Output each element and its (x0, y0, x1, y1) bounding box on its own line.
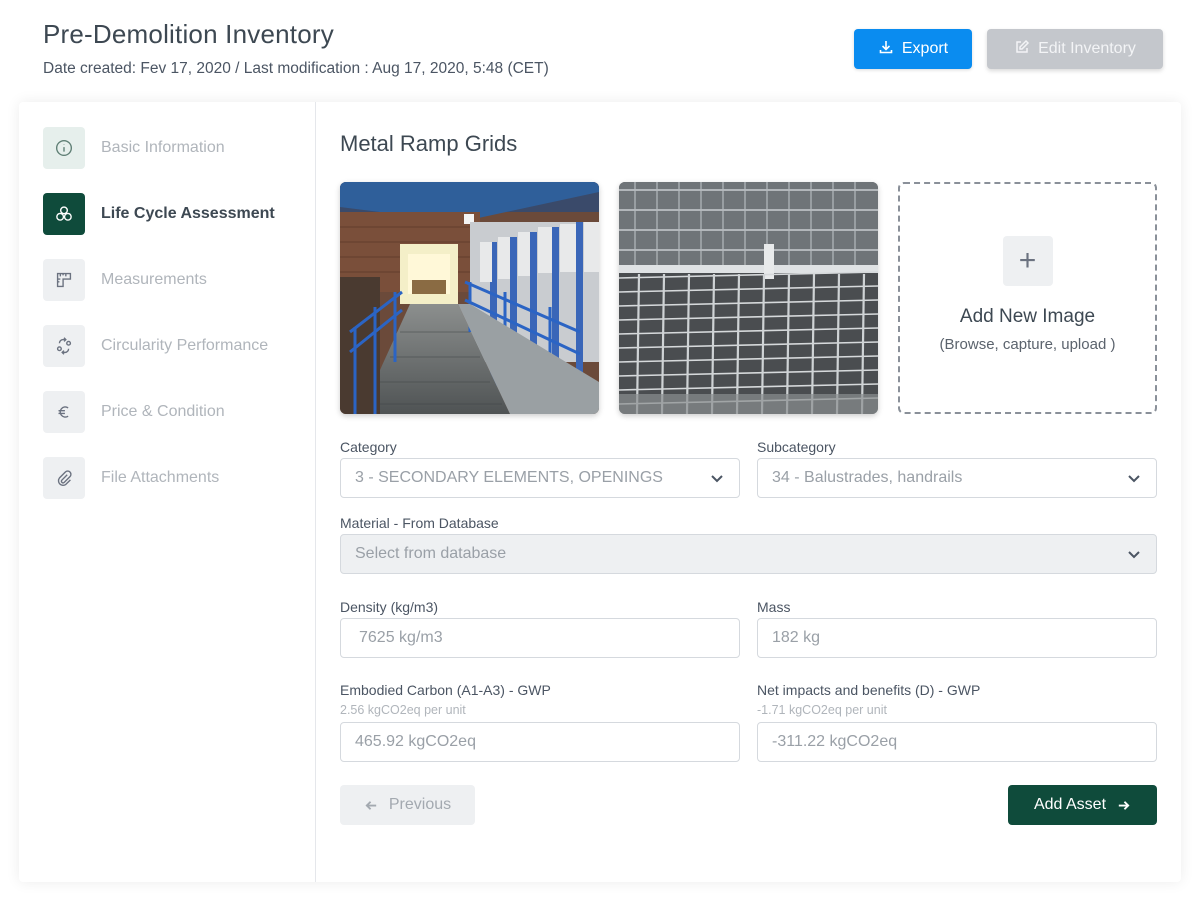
export-label: Export (901, 40, 949, 57)
export-button[interactable]: Export (854, 29, 972, 69)
density-field[interactable]: 7625 kg/m3 (340, 618, 740, 658)
edit-icon (1014, 39, 1030, 60)
chevron-down-icon (1128, 475, 1140, 483)
asset-form: Metal Ramp Grids + Add New Image (Browse… (317, 102, 1181, 882)
chevron-down-icon (711, 475, 723, 483)
inventory-card: Basic Information Life Cycle Assessment … (19, 102, 1181, 882)
download-icon (878, 39, 894, 60)
previous-label: Previous (388, 796, 452, 813)
add-image-dropzone[interactable]: + Add New Image (Browse, capture, upload… (898, 182, 1157, 414)
edit-inventory-button[interactable]: Edit Inventory (987, 29, 1163, 69)
page-meta: Date created: Fev 17, 2020 / Last modifi… (43, 60, 549, 77)
subcategory-select[interactable]: 34 - Balustrades, handrails (757, 458, 1157, 498)
paperclip-icon (43, 457, 85, 499)
mass-field[interactable]: 182 kg (757, 618, 1157, 658)
embodied-carbon-hint: 2.56 kgCO2eq per unit (340, 703, 466, 717)
sidebar-item-price-condition[interactable]: Price & Condition (43, 391, 225, 433)
plus-icon: + (1002, 236, 1053, 286)
sidebar-item-label: Price & Condition (101, 403, 225, 420)
mass-label: Mass (757, 599, 791, 615)
net-impacts-hint: -1.71 kgCO2eq per unit (757, 703, 887, 717)
sidebar-item-circularity-performance[interactable]: Circularity Performance (43, 325, 268, 367)
add-image-subtitle: (Browse, capture, upload ) (939, 336, 1116, 353)
add-asset-button[interactable]: Add Asset (1008, 785, 1157, 825)
ruler-icon (43, 259, 85, 301)
circles-icon (43, 193, 85, 235)
asset-photo-grating[interactable] (619, 182, 878, 414)
density-label: Density (kg/m3) (340, 599, 439, 615)
material-select[interactable]: Select from database (340, 534, 1157, 574)
sidebar-item-basic-information[interactable]: Basic Information (43, 127, 225, 169)
edit-inventory-label: Edit Inventory (1038, 40, 1136, 57)
sidebar-item-label: Basic Information (101, 139, 225, 156)
arrow-left-icon (365, 800, 377, 810)
embodied-carbon-label: Embodied Carbon (A1-A3) - GWP (340, 682, 551, 698)
material-label: Material - From Database (340, 515, 499, 531)
sidebar-item-label: Measurements (101, 271, 207, 288)
arrow-right-icon (1118, 800, 1130, 810)
net-impacts-value: -311.22 kgCO2eq (772, 733, 898, 750)
net-impacts-label: Net impacts and benefits (D) - GWP (757, 682, 981, 698)
embodied-carbon-field[interactable]: 465.92 kgCO2eq (340, 722, 740, 762)
sidebar-item-file-attachments[interactable]: File Attachments (43, 457, 219, 499)
sidebar-item-life-cycle-assessment[interactable]: Life Cycle Assessment (43, 193, 275, 235)
density-value: 7625 kg/m3 (359, 629, 443, 646)
embodied-carbon-value: 465.92 kgCO2eq (355, 733, 476, 750)
info-icon (43, 127, 85, 169)
step-sidebar: Basic Information Life Cycle Assessment … (19, 102, 316, 882)
sidebar-item-measurements[interactable]: Measurements (43, 259, 207, 301)
net-impacts-field[interactable]: -311.22 kgCO2eq (757, 722, 1157, 762)
add-asset-label: Add Asset (1033, 796, 1107, 813)
mass-value: 182 kg (772, 629, 821, 646)
page-title: Pre-Demolition Inventory (43, 19, 334, 49)
subcategory-value: 34 - Balustrades, handrails (772, 469, 963, 486)
category-select[interactable]: 3 - SECONDARY ELEMENTS, OPENINGS (340, 458, 740, 498)
sidebar-item-label: File Attachments (101, 469, 220, 486)
asset-photo-ramp[interactable] (340, 182, 599, 414)
asset-title: Metal Ramp Grids (340, 131, 518, 156)
add-image-title: Add New Image (959, 306, 1096, 327)
category-value: 3 - SECONDARY ELEMENTS, OPENINGS (355, 469, 663, 486)
category-label: Category (340, 439, 397, 455)
material-placeholder: Select from database (355, 545, 507, 562)
sidebar-item-label: Circularity Performance (101, 337, 269, 354)
subcategory-label: Subcategory (757, 439, 836, 455)
previous-button[interactable]: Previous (340, 785, 475, 825)
chevron-down-icon (1128, 551, 1140, 559)
euro-icon (43, 391, 85, 433)
cycle-icon (43, 325, 85, 367)
sidebar-item-label: Life Cycle Assessment (101, 205, 275, 222)
